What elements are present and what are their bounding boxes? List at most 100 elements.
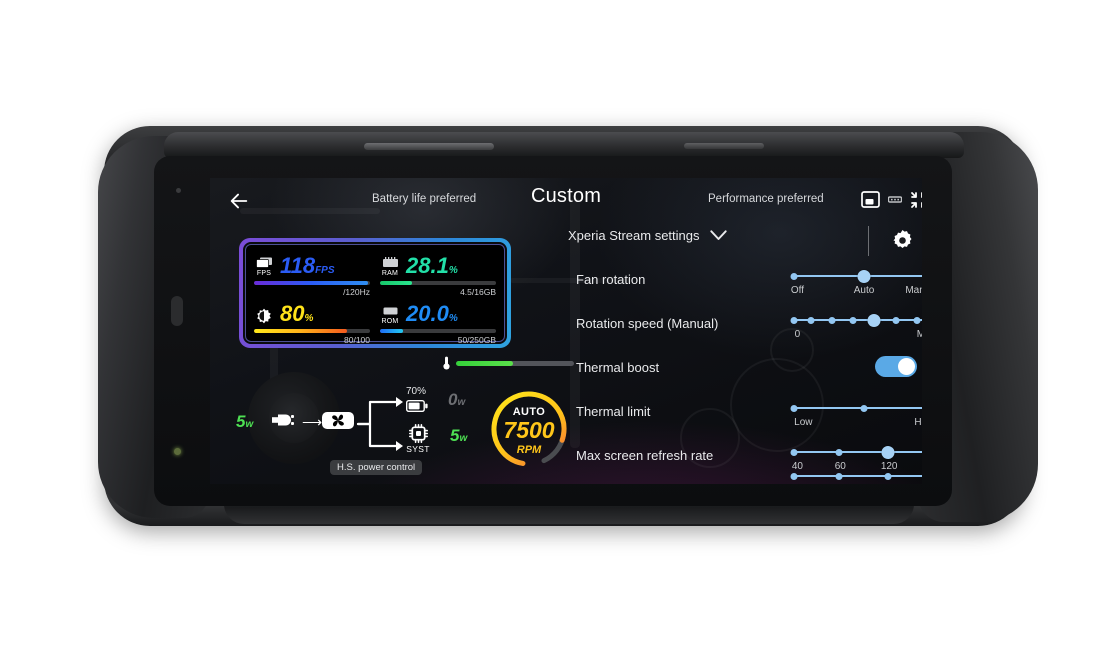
system-caption: SYST (406, 444, 430, 454)
fan-rotation-label: Fan rotation (576, 272, 646, 287)
hs-power-control-tag: H.S. power control (330, 460, 423, 475)
slider-label: High (914, 417, 922, 428)
ram-unit: % (448, 265, 458, 276)
chevron-down-icon[interactable] (709, 230, 727, 241)
slider-tick[interactable] (892, 316, 900, 324)
slider-tick[interactable] (828, 316, 836, 324)
temperature-fill (456, 360, 513, 366)
slider-label: Max (916, 329, 922, 340)
brightness-unit: % (304, 313, 314, 324)
thermal-boost-toggle[interactable] (875, 356, 917, 377)
shoulder-bar (164, 132, 964, 158)
slider-tick[interactable] (790, 272, 798, 280)
ram-sub: 4.5/16GB (460, 287, 496, 297)
system-watts-unit: w (459, 433, 468, 444)
fan-chip-icon (322, 412, 354, 429)
battery-watts-unit: w (457, 397, 466, 408)
settings-panel: Xperia Stream settings Fan rotation Off … (562, 226, 922, 484)
fps-value: 118 (280, 253, 316, 278)
slider-label: Off (790, 285, 804, 296)
stats-grid: FPS 118FPS /120Hz RAM 28.1% 4.5/16GB 80%… (245, 244, 505, 345)
phone-body: Battery life preferred Custom Performanc… (154, 156, 952, 506)
thermal-boost-label: Thermal boost (576, 360, 660, 375)
slider-tick[interactable] (849, 316, 857, 324)
fps-caption: FPS (256, 270, 272, 277)
temperature-indicator (442, 356, 574, 370)
input-power: 5w (236, 412, 253, 432)
slider-tick[interactable] (884, 472, 892, 480)
stat-brightness: 80% 80/100 (254, 299, 370, 345)
slider-tick[interactable] (790, 316, 798, 324)
battery-watts: 0w (448, 390, 465, 410)
fps-sub: /120Hz (343, 287, 370, 297)
battery-icon (406, 400, 428, 412)
brightness-value: 80 (280, 301, 305, 326)
thermometer-icon (443, 356, 450, 370)
header-divider (868, 226, 869, 256)
speaker-grill (171, 296, 183, 326)
setting-row-fan-rotation[interactable]: Fan rotation Off Auto Manual (562, 262, 922, 306)
gauge-unit: RPM (516, 444, 542, 456)
arrow-right-icon: ⟶ (302, 414, 323, 430)
phone-screen: Battery life preferred Custom Performanc… (210, 178, 922, 484)
rom-unit: % (448, 313, 458, 324)
slider-label: Manual (905, 285, 922, 296)
rom-sub: 50/250GB (457, 335, 496, 345)
ram-bar (380, 281, 496, 285)
slider-tick[interactable] (835, 448, 843, 456)
fps-unit: FPS (315, 265, 335, 276)
temperature-bar (456, 360, 574, 366)
setting-row-rotation-speed[interactable]: Rotation speed (Manual) 0 M (562, 306, 922, 350)
refresh-rate-label: Max screen refresh rate (576, 448, 714, 463)
status-led (174, 448, 181, 455)
performance-stats-card: FPS 118FPS /120Hz RAM 28.1% 4.5/16GB 80%… (239, 238, 511, 348)
back-arrow-icon[interactable] (228, 190, 250, 212)
slider-thumb[interactable] (857, 270, 871, 283)
right-shoulder-button[interactable] (684, 143, 764, 149)
cpu-icon: SYST (404, 424, 432, 454)
left-shoulder-button[interactable] (364, 143, 494, 150)
branch-arrows-icon (356, 397, 403, 451)
picture-in-picture-icon[interactable] (861, 191, 880, 208)
rotation-speed-slider[interactable]: 0 Max (790, 314, 922, 342)
mode-battery-label[interactable]: Battery life preferred (372, 193, 476, 205)
gear-icon[interactable] (892, 230, 913, 251)
slider-label: Auto (853, 285, 875, 296)
slider-thumb[interactable] (867, 314, 881, 327)
slider-tick[interactable] (790, 448, 798, 456)
slider-track (794, 451, 922, 453)
slider-tick[interactable] (835, 472, 843, 480)
fan-rotation-slider[interactable]: Off Auto Manual (790, 270, 922, 298)
brightness-sub: 80/100 (344, 335, 370, 345)
toolbar-icon[interactable] (888, 191, 902, 208)
fps-bar (254, 281, 370, 285)
slider-tick[interactable] (807, 316, 815, 324)
slider-tick[interactable] (790, 472, 798, 480)
slider-tick[interactable] (790, 404, 798, 412)
slider-thumb[interactable] (881, 446, 895, 459)
slider-tick[interactable] (913, 316, 921, 324)
ram-value: 28.1 (406, 253, 449, 278)
system-watts: 5w (450, 426, 467, 446)
input-watts-unit: w (245, 419, 254, 430)
front-camera-icon (176, 188, 181, 193)
setting-row-thermal-limit[interactable]: Thermal limit Low High (562, 394, 922, 438)
power-flow-diagram: 5w ⟶ 70% SYST 0w 5w H.S. power control (226, 372, 476, 478)
screen-top-bar: Battery life preferred Custom Performanc… (210, 178, 922, 224)
slider-tick[interactable] (860, 404, 868, 412)
setting-row-thermal-boost[interactable]: Thermal boost (562, 350, 922, 394)
slider-track (794, 475, 922, 477)
fps-icon: FPS (254, 257, 274, 277)
touch-response-slider[interactable] (790, 470, 922, 484)
setting-row-touch-response[interactable]: Touch response speed (562, 472, 922, 484)
slider-label: Low (794, 417, 813, 428)
collapse-icon[interactable] (910, 191, 922, 209)
rom-icon: ROM (380, 305, 400, 325)
slider-track (794, 407, 922, 409)
mode-performance-label[interactable]: Performance preferred (708, 193, 824, 205)
page-title: Custom (530, 185, 602, 207)
settings-header[interactable]: Xperia Stream settings (568, 228, 727, 243)
thermal-limit-slider[interactable]: Low High (790, 402, 922, 430)
brightness-icon (254, 308, 274, 325)
stat-rom: ROM 20.0% 50/250GB (380, 299, 496, 345)
